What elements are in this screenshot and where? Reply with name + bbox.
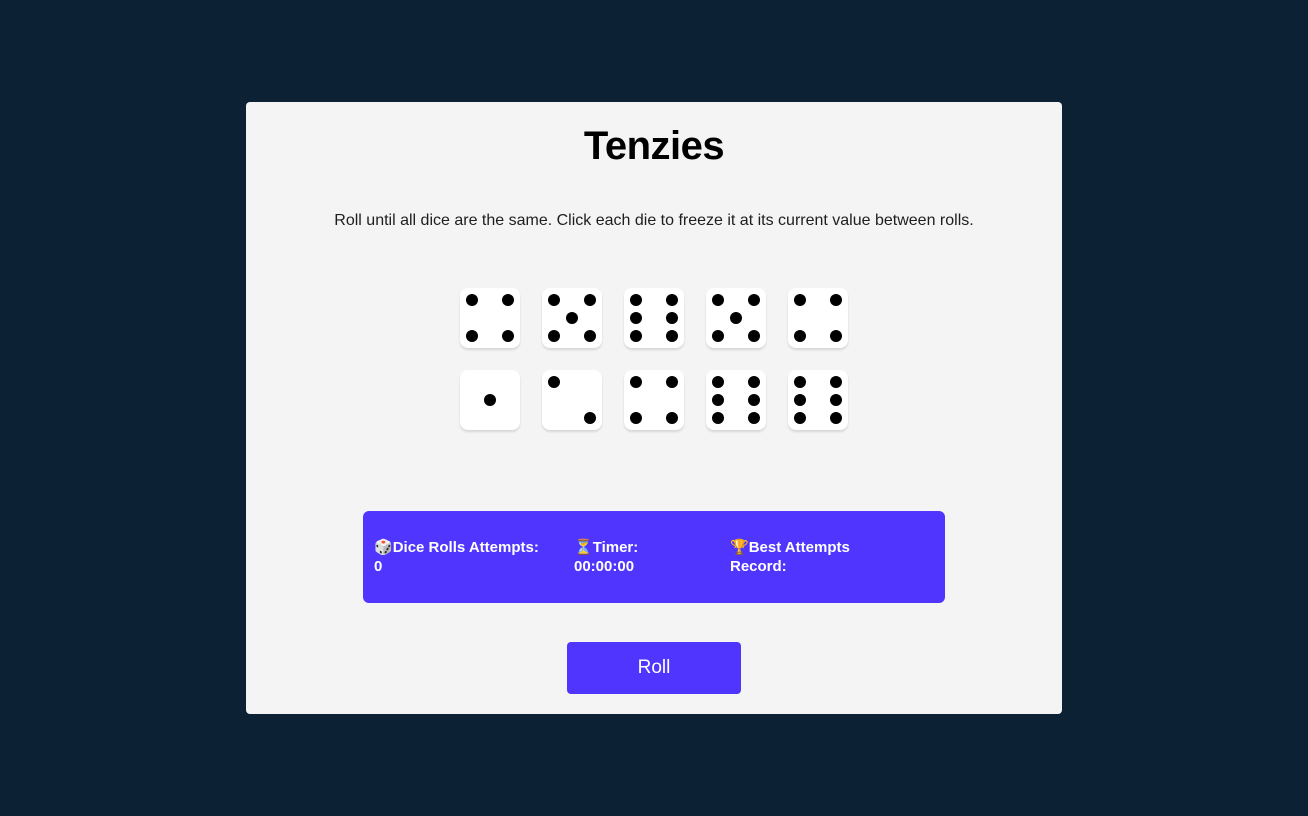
die-2[interactable] bbox=[542, 288, 602, 348]
die-pip bbox=[830, 394, 842, 406]
die-9[interactable] bbox=[706, 370, 766, 430]
die-pip bbox=[748, 394, 760, 406]
die-4[interactable] bbox=[706, 288, 766, 348]
die-pip bbox=[748, 376, 760, 388]
die-pip bbox=[584, 330, 596, 342]
die-pip bbox=[666, 412, 678, 424]
timer-label: Timer: bbox=[592, 539, 639, 556]
die-pip bbox=[794, 376, 806, 388]
attempts-stat: 🎲Dice Rolls Attempts: 0 bbox=[374, 538, 569, 576]
die-pip bbox=[502, 294, 514, 306]
die-pip bbox=[830, 294, 842, 306]
best-record-stat: 🏆Best Attempts Record: bbox=[730, 538, 890, 576]
die-pip bbox=[730, 312, 742, 324]
die-pip bbox=[666, 294, 678, 306]
best-record-label: Best Attempts Record: bbox=[730, 539, 850, 575]
stats-panel: 🎲Dice Rolls Attempts: 0 ⏳Timer: 00:00:00… bbox=[363, 511, 945, 603]
die-pip bbox=[584, 412, 596, 424]
die-pip bbox=[666, 312, 678, 324]
die-pip bbox=[712, 294, 724, 306]
die-3[interactable] bbox=[624, 288, 684, 348]
die-7[interactable] bbox=[542, 370, 602, 430]
die-pip bbox=[630, 412, 642, 424]
die-pip bbox=[794, 394, 806, 406]
die-pip bbox=[566, 312, 578, 324]
die-pip bbox=[502, 330, 514, 342]
die-pip bbox=[630, 294, 642, 306]
die-pip bbox=[830, 412, 842, 424]
die-pip bbox=[630, 312, 642, 324]
die-pip bbox=[712, 394, 724, 406]
die-pip bbox=[548, 376, 560, 388]
die-pip bbox=[748, 294, 760, 306]
die-pip bbox=[466, 330, 478, 342]
page-title: Tenzies bbox=[583, 124, 725, 168]
attempts-value: 0 bbox=[374, 558, 383, 575]
die-pip bbox=[548, 294, 560, 306]
die-pip bbox=[794, 330, 806, 342]
die-pip bbox=[630, 376, 642, 388]
die-pip bbox=[830, 330, 842, 342]
die-8[interactable] bbox=[624, 370, 684, 430]
die-pip bbox=[666, 376, 678, 388]
timer-value: 00:00:00 bbox=[574, 558, 635, 575]
die-pip bbox=[712, 330, 724, 342]
die-pip bbox=[830, 376, 842, 388]
dice-grid bbox=[460, 288, 848, 430]
die-5[interactable] bbox=[788, 288, 848, 348]
die-pip bbox=[712, 376, 724, 388]
die-pip bbox=[794, 412, 806, 424]
attempts-label: Dice Rolls Attempts: bbox=[392, 539, 539, 556]
timer-stat: ⏳Timer: 00:00:00 bbox=[574, 538, 714, 576]
die-pip bbox=[630, 330, 642, 342]
roll-button[interactable]: Roll bbox=[567, 642, 741, 694]
trophy-icon: 🏆 bbox=[730, 539, 749, 556]
die-pip bbox=[748, 412, 760, 424]
die-pip bbox=[584, 294, 596, 306]
die-pip bbox=[484, 394, 496, 406]
dice-icon: 🎲 bbox=[374, 539, 393, 556]
die-pip bbox=[748, 330, 760, 342]
instructions-text: Roll until all dice are the same. Click … bbox=[334, 212, 974, 229]
die-pip bbox=[466, 294, 478, 306]
die-10[interactable] bbox=[788, 370, 848, 430]
die-pip bbox=[794, 294, 806, 306]
hourglass-icon: ⏳ bbox=[574, 539, 593, 556]
die-6[interactable] bbox=[460, 370, 520, 430]
die-pip bbox=[712, 412, 724, 424]
game-card: Tenzies Roll until all dice are the same… bbox=[246, 102, 1062, 714]
die-pip bbox=[666, 330, 678, 342]
die-1[interactable] bbox=[460, 288, 520, 348]
die-pip bbox=[548, 330, 560, 342]
